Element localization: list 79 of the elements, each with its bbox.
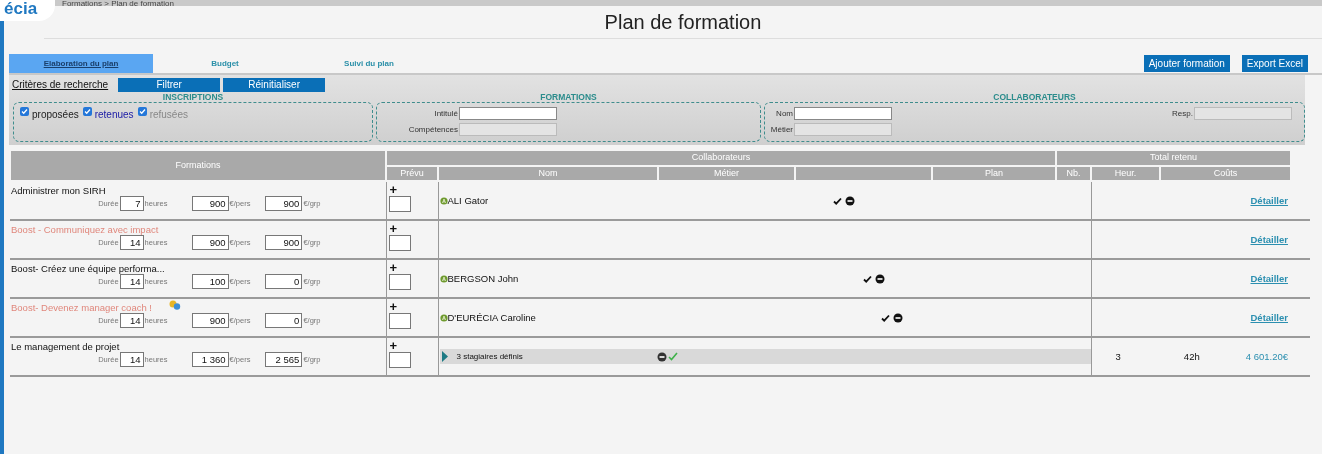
field-label: Intitulé [434, 107, 458, 120]
status-icon [439, 275, 448, 284]
input-field[interactable] [388, 235, 411, 251]
field-label: Métier [770, 123, 793, 136]
training-title: Le management de projet [10, 340, 120, 352]
number-field[interactable]: 0 [265, 313, 303, 328]
add-icon[interactable]: + [389, 182, 398, 197]
page-title: Plan de formation [44, 6, 1322, 39]
tab[interactable]: Budget [153, 54, 297, 73]
filter-button[interactable]: Filtrer [118, 77, 221, 92]
column-header: Collaborateurs [386, 150, 1057, 166]
input-field[interactable] [388, 352, 411, 368]
number-field[interactable]: 14 [119, 352, 144, 367]
input-field[interactable] [388, 274, 411, 290]
search-criteria-label: Critères de recherche [12, 78, 109, 92]
remove-icon[interactable] [875, 274, 886, 285]
section-title: INSCRIPTIONS [161, 92, 225, 102]
number-field[interactable]: 7 [119, 196, 144, 211]
breadcrumb: Formations > Plan de formation [62, 0, 174, 8]
input-field[interactable] [459, 107, 557, 120]
number-field[interactable]: 14 [119, 313, 144, 328]
checkbox-label: proposées [32, 108, 79, 122]
checkbox[interactable] [82, 107, 92, 116]
field-label: Resp. [1172, 107, 1193, 120]
section-title: FORMATIONS [539, 92, 598, 102]
remove-icon[interactable] [892, 313, 903, 324]
employee-name: ALI Gator [447, 194, 489, 208]
add-training-button[interactable]: Ajouter formation [1143, 55, 1230, 72]
add-icon[interactable]: + [389, 299, 398, 314]
training-title: Boost - Communiquez avec impact [10, 223, 159, 235]
check-icon [863, 275, 873, 284]
count-text: 3 [1115, 350, 1121, 364]
number-field[interactable]: 14 [119, 235, 144, 250]
remove-icon [656, 351, 667, 362]
employee-name: D'EURÉCIA Caroline [447, 311, 536, 325]
input-field[interactable] [388, 196, 411, 212]
status-icon [439, 314, 448, 323]
add-icon[interactable]: + [389, 338, 398, 353]
training-title: Boost- Créez une équipe performa... [10, 262, 165, 274]
add-icon[interactable]: + [389, 221, 398, 236]
number-field[interactable]: 900 [265, 196, 303, 211]
input-field[interactable] [388, 313, 411, 329]
training-title: Boost- Devenez manager coach ! [10, 301, 152, 313]
status-icon [439, 197, 448, 206]
number-field[interactable]: 2 565 [265, 352, 303, 367]
employee-name: BERGSON John [447, 272, 519, 286]
column-header: Formations [10, 150, 386, 181]
checkbox[interactable] [20, 107, 29, 116]
export-button[interactable]: Export Excel [1241, 55, 1308, 72]
remove-icon[interactable] [845, 196, 856, 207]
training-title: Administrer mon SIRH [10, 184, 106, 196]
checkbox-label: retenues [94, 108, 134, 122]
number-field[interactable]: 0 [265, 274, 303, 289]
reset-button[interactable]: Réinitialiser [223, 77, 326, 92]
check-icon [880, 314, 890, 323]
checkbox-label: refusées [149, 108, 188, 122]
logo: écia [0, 0, 56, 21]
field-label: Nom [776, 107, 793, 120]
field-label: Compétences [408, 123, 458, 136]
number-field[interactable]: 14 [119, 274, 144, 289]
group-label: 3 stagiaires définis [456, 350, 524, 363]
cost-text: 4 601.20€ [1245, 350, 1288, 364]
input-field[interactable] [794, 107, 892, 120]
number-field[interactable]: 900 [265, 235, 303, 250]
check-icon [667, 352, 678, 361]
number-field[interactable]: 900 [191, 196, 229, 211]
tab[interactable]: Suivi du plan [297, 54, 441, 73]
section-title: COLLABORATEURS [992, 92, 1077, 102]
add-icon[interactable]: + [389, 260, 398, 275]
checkbox[interactable] [137, 107, 147, 116]
number-field[interactable]: 900 [191, 313, 229, 328]
hours-text: 42h [1183, 350, 1200, 364]
tab[interactable]: Elaboration du plan [9, 54, 153, 73]
column-header: Total retenu [1056, 150, 1292, 166]
number-field[interactable]: 900 [191, 235, 229, 250]
check-icon [833, 197, 843, 206]
number-field[interactable]: 1 360 [191, 352, 229, 367]
number-field[interactable]: 100 [191, 274, 229, 289]
expand-icon[interactable] [441, 351, 448, 362]
